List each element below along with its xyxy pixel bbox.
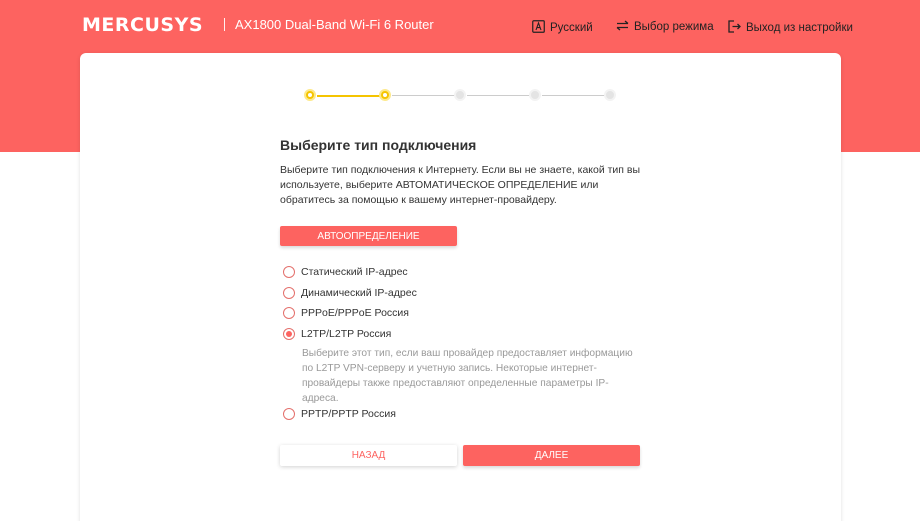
option-label: PPTP/PPTP Россия <box>301 408 396 420</box>
option-label: L2TP/L2TP Россия <box>301 328 392 340</box>
option-label: PPPoE/PPPoE Россия <box>301 307 409 319</box>
exit-setup-button[interactable]: Выход из настройки <box>728 20 853 36</box>
radio-button-selected[interactable] <box>283 328 295 340</box>
setup-card: Выберите тип подключения Выберите тип по… <box>80 53 841 521</box>
step-dot <box>379 89 391 101</box>
auto-detect-button[interactable]: АВТООПРЕДЕЛЕНИЕ <box>280 226 457 246</box>
option-pptp[interactable]: PPTP/PPTP Россия <box>283 408 396 420</box>
radio-button[interactable] <box>283 287 295 299</box>
step-dot <box>454 89 466 101</box>
radio-button[interactable] <box>283 408 295 420</box>
language-button[interactable]: Русский <box>532 20 593 36</box>
radio-button[interactable] <box>283 266 295 278</box>
back-button[interactable]: НАЗАД <box>280 445 457 466</box>
mode-select-button[interactable]: Выбор режима <box>616 20 714 34</box>
step-dot <box>304 89 316 101</box>
page-description: Выберите тип подключения к Интернету. Ес… <box>280 164 641 206</box>
step-dot <box>529 89 541 101</box>
step-connector <box>467 95 530 96</box>
option-static-ip[interactable]: Статический IP-адрес <box>283 266 408 278</box>
step-connector <box>317 95 380 97</box>
option-pppoe[interactable]: PPPoE/PPPoE Россия <box>283 307 409 319</box>
language-label: Русский <box>550 22 593 34</box>
step-connector <box>542 95 605 96</box>
router-model: AX1800 Dual-Band Wi-Fi 6 Router <box>235 17 434 32</box>
header-divider <box>224 18 225 31</box>
l2tp-hint: Выберите этот тип, если ваш провайдер пр… <box>302 348 633 404</box>
step-dot <box>604 89 616 101</box>
language-icon <box>532 20 550 36</box>
option-label: Статический IP-адрес <box>301 266 408 278</box>
exit-icon <box>728 20 746 36</box>
exit-setup-label: Выход из настройки <box>746 22 853 34</box>
option-label: Динамический IP-адрес <box>301 287 417 299</box>
mercusys-logo: MERCUSYS <box>82 14 204 36</box>
header: MERCUSYS AX1800 Dual-Band Wi-Fi 6 Router… <box>0 0 920 56</box>
radio-button[interactable] <box>283 307 295 319</box>
next-button[interactable]: ДАЛЕЕ <box>463 445 640 466</box>
switch-mode-icon <box>616 20 634 34</box>
progress-stepper <box>80 53 841 143</box>
option-l2tp[interactable]: L2TP/L2TP Россия <box>283 328 391 340</box>
option-dynamic-ip[interactable]: Динамический IP-адрес <box>283 287 417 299</box>
mode-select-label: Выбор режима <box>634 21 714 33</box>
step-connector <box>392 95 455 96</box>
page-title: Выберите тип подключения <box>280 137 477 153</box>
